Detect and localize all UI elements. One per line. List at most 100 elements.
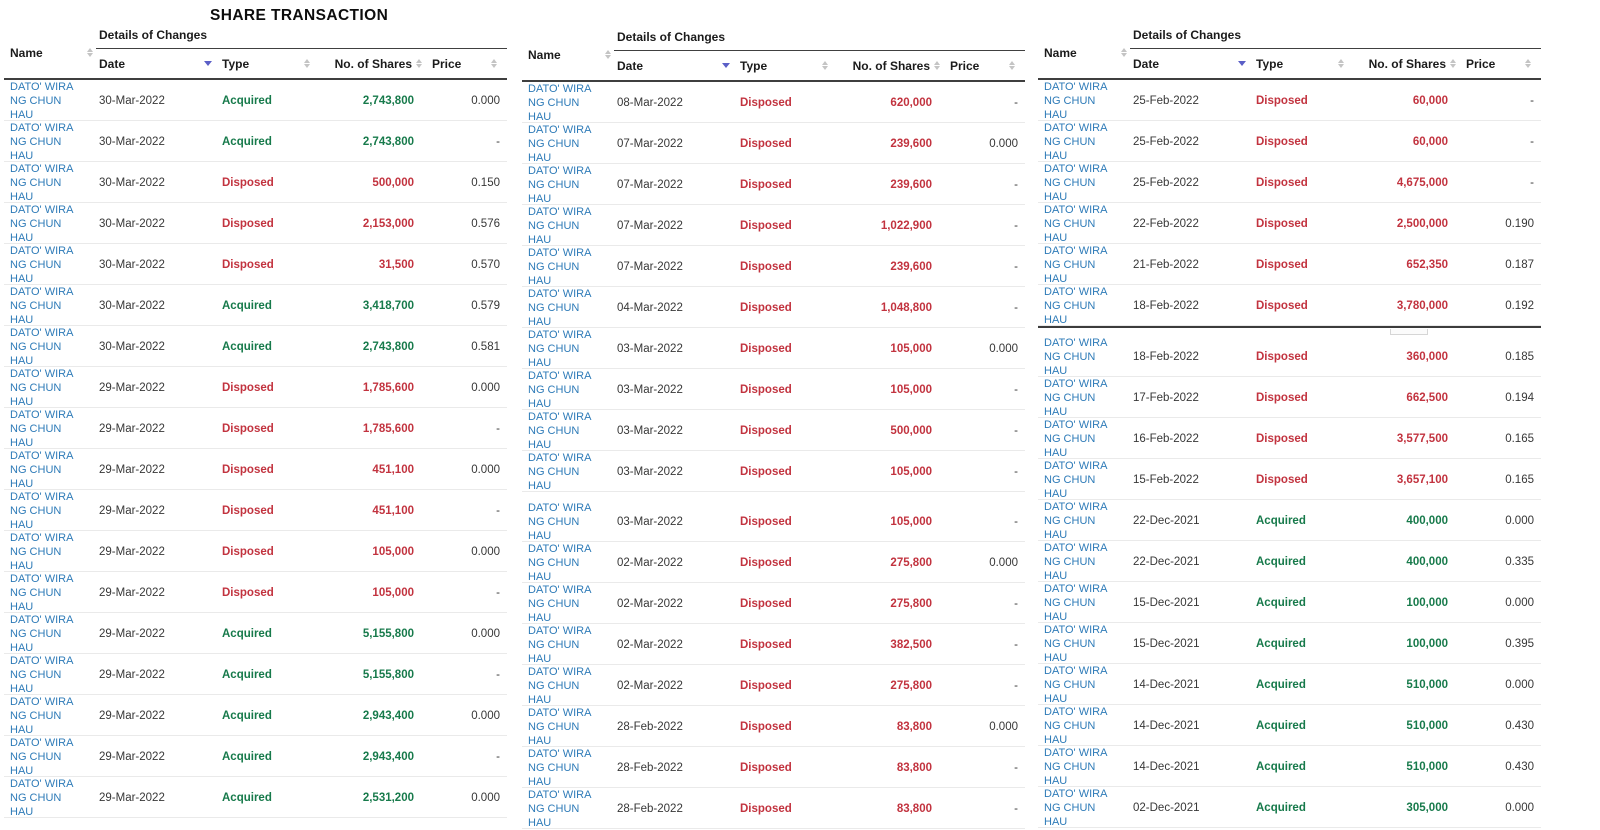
shareholder-name-link[interactable]: DATO' WIRA NG CHUN HAU [528, 666, 591, 706]
shareholder-name-link[interactable]: DATO' WIRA NG CHUN HAU [10, 245, 73, 285]
shareholder-name-link[interactable]: DATO' WIRA NG CHUN HAU [1044, 122, 1107, 162]
shareholder-name-link[interactable]: DATO' WIRA NG CHUN HAU [10, 614, 73, 654]
shareholder-name-link[interactable]: DATO' WIRA NG CHUN HAU [1044, 460, 1107, 500]
shareholder-name-link[interactable]: DATO' WIRA NG CHUN HAU [10, 122, 73, 162]
shareholder-name-link[interactable]: DATO' WIRA NG CHUN HAU [10, 204, 73, 244]
column-header-type[interactable]: Type [220, 57, 316, 71]
shareholder-name-link[interactable]: DATO' WIRA NG CHUN HAU [528, 584, 591, 624]
shareholder-name-link[interactable]: DATO' WIRA NG CHUN HAU [10, 778, 73, 818]
shares-cell: 105,000 [890, 466, 932, 478]
shares-cell: 5,155,800 [362, 628, 414, 640]
table-row: DATO' WIRA NG CHUN HAU 29-Mar-2022 Dispose… [4, 572, 507, 613]
shareholder-name-link[interactable]: DATO' WIRA NG CHUN HAU [10, 737, 73, 777]
shareholder-name-link[interactable]: DATO' WIRA NG CHUN HAU [528, 502, 591, 542]
shareholder-name-link[interactable]: DATO' WIRA NG CHUN HAU [10, 327, 73, 367]
date-cell: 25-Feb-2022 [1133, 95, 1199, 107]
column-header-no-of-shares[interactable]: No. of Shares [316, 57, 424, 71]
column-header-no-of-shares[interactable]: No. of Shares [1350, 57, 1458, 71]
table-row: DATO' WIRA NG CHUN HAU 22-Dec-2021 Acquire… [1038, 541, 1541, 582]
column-header-name[interactable]: Name [4, 27, 96, 78]
table-row: DATO' WIRA NG CHUN HAU 30-Mar-2022 Dispose… [4, 203, 507, 244]
date-cell: 25-Feb-2022 [1133, 177, 1199, 189]
type-cell: Acquired [222, 300, 272, 312]
shareholder-name-link[interactable]: DATO' WIRA NG CHUN HAU [10, 81, 73, 121]
shareholder-name-link[interactable]: DATO' WIRA NG CHUN HAU [1044, 624, 1107, 664]
date-cell: 07-Mar-2022 [617, 261, 683, 273]
shareholder-name-link[interactable]: DATO' WIRA NG CHUN HAU [10, 163, 73, 203]
shareholder-name-link[interactable]: DATO' WIRA NG CHUN HAU [528, 329, 591, 369]
shareholder-name-link[interactable]: DATO' WIRA NG CHUN HAU [10, 696, 73, 736]
shareholder-name-link[interactable]: DATO' WIRA NG CHUN HAU [1044, 204, 1107, 244]
shareholder-name-link[interactable]: DATO' WIRA NG CHUN HAU [528, 165, 591, 205]
shareholder-name-link[interactable]: DATO' WIRA NG CHUN HAU [10, 368, 73, 408]
shareholder-name-link[interactable]: DATO' WIRA NG CHUN HAU [1044, 81, 1107, 121]
shareholder-name-link[interactable]: DATO' WIRA NG CHUN HAU [10, 655, 73, 695]
column-header-date[interactable]: Date [614, 59, 738, 73]
price-cell: 0.185 [1505, 351, 1534, 363]
table-row: DATO' WIRA NG CHUN HAU 30-Mar-2022 Acquire… [4, 80, 507, 121]
type-cell: Disposed [740, 343, 792, 355]
shareholder-name-link[interactable]: DATO' WIRA NG CHUN HAU [1044, 788, 1107, 828]
shareholder-name-link[interactable]: DATO' WIRA NG CHUN HAU [528, 625, 591, 665]
column-header-name[interactable]: Name [522, 29, 614, 80]
shareholder-name-link[interactable]: DATO' WIRA NG CHUN HAU [528, 748, 591, 788]
price-cell: - [1014, 803, 1018, 815]
shareholder-name-link[interactable]: DATO' WIRA NG CHUN HAU [10, 532, 73, 572]
type-cell: Acquired [222, 792, 272, 804]
shares-cell: 510,000 [1406, 761, 1448, 773]
price-cell: 0.576 [471, 218, 500, 230]
shareholder-name-link[interactable]: DATO' WIRA NG CHUN HAU [528, 789, 591, 829]
table-row: DATO' WIRA NG CHUN HAU 14-Dec-2021 Acquire… [1038, 746, 1541, 787]
shareholder-name-link[interactable]: DATO' WIRA NG CHUN HAU [1044, 706, 1107, 746]
shareholder-name-link[interactable]: DATO' WIRA NG CHUN HAU [528, 206, 591, 246]
shareholder-name-link[interactable]: DATO' WIRA NG CHUN HAU [528, 288, 591, 328]
shares-cell: 500,000 [372, 177, 414, 189]
shareholder-name-link[interactable]: DATO' WIRA NG CHUN HAU [10, 491, 73, 531]
shareholder-name-link[interactable]: DATO' WIRA NG CHUN HAU [10, 286, 73, 326]
type-cell: Disposed [1256, 392, 1308, 404]
column-header-type[interactable]: Type [1254, 57, 1350, 71]
column-header-type[interactable]: Type [738, 59, 834, 73]
shareholder-name-link[interactable]: DATO' WIRA NG CHUN HAU [528, 370, 591, 410]
shareholder-name-link[interactable]: DATO' WIRA NG CHUN HAU [1044, 286, 1107, 326]
shareholder-name-link[interactable]: DATO' WIRA NG CHUN HAU [1044, 419, 1107, 459]
shareholder-name-link[interactable]: DATO' WIRA NG CHUN HAU [1044, 245, 1107, 285]
column-header-price[interactable]: Price [942, 59, 1017, 73]
price-cell: 0.570 [471, 259, 500, 271]
shareholder-name-link[interactable]: DATO' WIRA NG CHUN HAU [528, 543, 591, 583]
shareholder-name-link[interactable]: DATO' WIRA NG CHUN HAU [1044, 337, 1107, 377]
name-cell: DATO' WIRA NG CHUN HAU [4, 777, 96, 819]
shareholder-name-link[interactable]: DATO' WIRA NG CHUN HAU [10, 573, 73, 613]
date-cell: 29-Mar-2022 [99, 792, 165, 804]
price-cell: - [1014, 384, 1018, 396]
shareholder-name-link[interactable]: DATO' WIRA NG CHUN HAU [1044, 378, 1107, 418]
name-cell: DATO' WIRA NG CHUN HAU [522, 328, 614, 370]
price-cell: - [1014, 639, 1018, 651]
shareholder-name-link[interactable]: DATO' WIRA NG CHUN HAU [1044, 542, 1107, 582]
date-cell: 18-Feb-2022 [1133, 300, 1199, 312]
shareholder-name-link[interactable]: DATO' WIRA NG CHUN HAU [1044, 501, 1107, 541]
table-row: DATO' WIRA NG CHUN HAU 22-Dec-2021 Acquire… [1038, 500, 1541, 541]
column-header-price[interactable]: Price [424, 57, 499, 71]
shareholder-name-link[interactable]: DATO' WIRA NG CHUN HAU [1044, 163, 1107, 203]
column-header-no-of-shares[interactable]: No. of Shares [834, 59, 942, 73]
shareholder-name-link[interactable]: DATO' WIRA NG CHUN HAU [528, 83, 591, 123]
table-row: DATO' WIRA NG CHUN HAU 30-Mar-2022 Dispose… [4, 162, 507, 203]
price-cell: - [1014, 598, 1018, 610]
shareholder-name-link[interactable]: DATO' WIRA NG CHUN HAU [1044, 747, 1107, 787]
shareholder-name-link[interactable]: DATO' WIRA NG CHUN HAU [1044, 665, 1107, 705]
shareholder-name-link[interactable]: DATO' WIRA NG CHUN HAU [528, 124, 591, 164]
shareholder-name-link[interactable]: DATO' WIRA NG CHUN HAU [10, 450, 73, 490]
type-cell: Acquired [1256, 597, 1306, 609]
column-header-name[interactable]: Name [1038, 27, 1130, 78]
column-header-price[interactable]: Price [1458, 57, 1533, 71]
column-header-date[interactable]: Date [1130, 57, 1254, 71]
column-header-date[interactable]: Date [96, 57, 220, 71]
shareholder-name-link[interactable]: DATO' WIRA NG CHUN HAU [528, 707, 591, 747]
shareholder-name-link[interactable]: DATO' WIRA NG CHUN HAU [528, 247, 591, 287]
shareholder-name-link[interactable]: DATO' WIRA NG CHUN HAU [528, 452, 591, 492]
sort-desc-icon [204, 61, 212, 66]
shareholder-name-link[interactable]: DATO' WIRA NG CHUN HAU [1044, 583, 1107, 623]
shareholder-name-link[interactable]: DATO' WIRA NG CHUN HAU [10, 409, 73, 449]
shareholder-name-link[interactable]: DATO' WIRA NG CHUN HAU [528, 411, 591, 451]
